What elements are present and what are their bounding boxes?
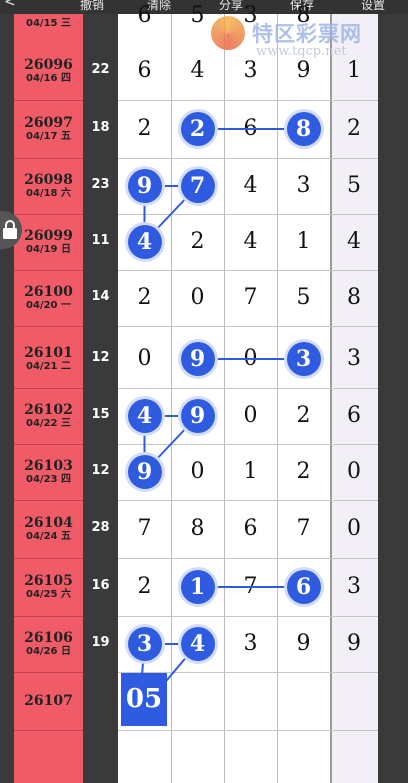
watermark-url: www.tqcp.net bbox=[256, 44, 347, 59]
watermark-logo-icon bbox=[211, 16, 245, 50]
hit-ball[interactable]: 8 bbox=[286, 112, 321, 146]
lock-tab[interactable] bbox=[0, 211, 22, 249]
hit-ball[interactable]: 2 bbox=[180, 112, 215, 146]
lock-icon bbox=[3, 220, 17, 239]
hit-ball[interactable]: 9 bbox=[127, 455, 162, 489]
hit-ball[interactable]: 3 bbox=[127, 627, 162, 661]
hit-ball[interactable]: 9 bbox=[180, 342, 215, 376]
hit-ball[interactable]: 4 bbox=[127, 399, 162, 433]
hit-ball[interactable]: 1 bbox=[180, 570, 215, 604]
hit-ball[interactable]: 9 bbox=[180, 399, 215, 433]
hit-ball[interactable]: 6 bbox=[286, 570, 321, 604]
hit-ball[interactable]: 4 bbox=[127, 225, 162, 259]
prediction-box[interactable]: 05 bbox=[121, 673, 167, 726]
hit-ball[interactable]: 7 bbox=[180, 169, 215, 203]
hit-ball[interactable]: 4 bbox=[180, 627, 215, 661]
hit-ball[interactable]: 9 bbox=[127, 169, 162, 203]
hit-ball[interactable]: 3 bbox=[286, 342, 321, 376]
